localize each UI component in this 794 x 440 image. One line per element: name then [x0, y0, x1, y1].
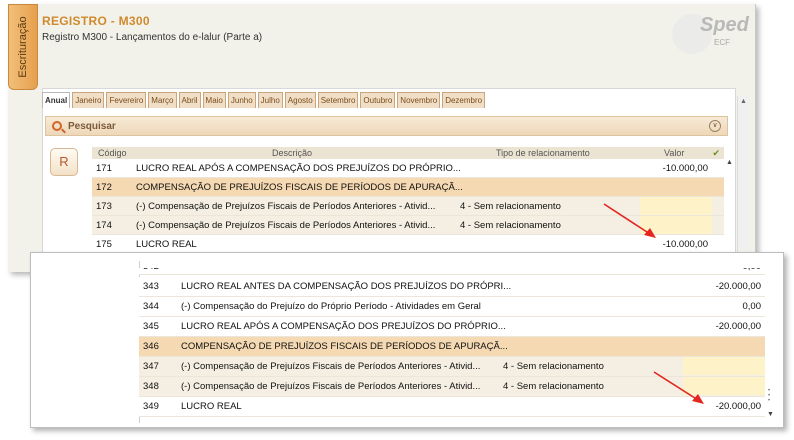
cell-descricao: (-) Compensação do Prejuízo do Próprio P…: [181, 301, 481, 312]
cell-valor: 0,00: [742, 301, 762, 312]
collapse-icon[interactable]: ∨: [709, 120, 721, 132]
tab-janeiro[interactable]: Janeiro: [72, 92, 105, 108]
window-scroll-up-icon[interactable]: ▲: [740, 98, 747, 105]
grid-header: Código Descrição Tipo de relacionamento …: [92, 147, 724, 159]
cell-descricao: (-) Compensação de Prejuízos Fiscais de …: [136, 220, 436, 231]
cell-codigo: 344: [143, 301, 159, 312]
scroll-down-icon[interactable]: ▼: [767, 411, 774, 418]
grid-scrollbar-bottom[interactable]: • • • ▼: [765, 261, 777, 423]
cell-tipo: 4 - Sem relacionamento: [460, 201, 561, 212]
tab-março[interactable]: Março: [148, 92, 177, 108]
check-icon: ✔: [712, 148, 720, 158]
cell-descricao: (-) Compensação de Prejuízos Fiscais de …: [181, 381, 481, 392]
cell-descricao: (-) Compensação de Prejuízos Fiscais de …: [181, 361, 481, 372]
cell-codigo: 175: [96, 239, 112, 250]
cell-codigo: 346: [143, 341, 159, 352]
grid-scrollbar[interactable]: ▲: [726, 159, 734, 255]
table-row[interactable]: 344 (-) Compensação do Prejuízo do Própri…: [139, 297, 765, 317]
search-label: Pesquisar: [68, 121, 116, 132]
tab-abril[interactable]: Abril: [178, 92, 201, 108]
tab-outubro[interactable]: Outubro: [360, 92, 396, 108]
cell-descricao: LUCRO REAL APÓS A COMPENSAÇÃO DOS PREJUÍ…: [136, 163, 461, 174]
page-subtitle: Registro M300 - Lançamentos do e-lalur (…: [42, 32, 263, 43]
cell-descricao: LUCRO REAL: [136, 239, 197, 250]
table-row[interactable]: 342 0,00: [139, 268, 765, 275]
header-tipo: Tipo de relacionamento: [496, 148, 590, 158]
cell-valor: 0,00: [683, 268, 762, 272]
logo-text: Sped: [700, 14, 749, 36]
tab-anual[interactable]: Anual: [42, 92, 71, 108]
search-bar[interactable]: Pesquisar ∨: [45, 116, 728, 136]
tab-setembro[interactable]: Setembro: [317, 92, 359, 108]
cell-valor: -20.000,00: [715, 281, 761, 292]
cell-codigo: 173: [96, 201, 112, 212]
table-row[interactable]: 172 COMPENSAÇÃO DE PREJUÍZOS FISCAIS DE P…: [92, 178, 724, 197]
tab-fevereiro[interactable]: Fevereiro: [106, 92, 147, 108]
cell-codigo: 345: [143, 321, 159, 332]
side-tab-label: Escrituração: [17, 16, 29, 78]
search-icon: [52, 121, 62, 131]
cell-valor: -20.000,00: [715, 321, 761, 332]
cell-codigo: 348: [143, 381, 159, 392]
cell-codigo: 171: [96, 163, 112, 174]
cell-codigo: 343: [143, 281, 159, 292]
cell-tipo: 4 - Sem relacionamento: [503, 381, 604, 392]
tab-agosto[interactable]: Agosto: [284, 92, 316, 108]
cell-descricao: COMPENSAÇÃO DE PREJUÍZOS FISCAIS DE PERÍ…: [136, 182, 463, 193]
tab-novembro[interactable]: Novembro: [397, 92, 441, 108]
page-header: REGISTRO - M300 Registro M300 - Lançamen…: [42, 8, 752, 56]
cell-valor: -10.000,00: [662, 163, 708, 174]
tab-maio[interactable]: Maio: [202, 92, 226, 108]
tab-junho[interactable]: Junho: [227, 92, 256, 108]
cell-descricao: (-) Compensação de Prejuízos Fiscais de …: [136, 201, 436, 212]
cell-codigo: 347: [143, 361, 159, 372]
arrow-annotation-top: [603, 203, 656, 238]
cell-descricao: COMPENSAÇÃO DE PREJUÍZOS FISCAIS DE PERÍ…: [181, 341, 508, 352]
cell-descricao: LUCRO REAL ANTES DA COMPENSAÇÃO DOS PREJ…: [181, 281, 512, 292]
cell-codigo: 174: [96, 220, 112, 231]
cell-descricao: LUCRO REAL: [181, 401, 242, 412]
tab-dezembro[interactable]: Dezembro: [442, 92, 486, 108]
table-row[interactable]: 343 LUCRO REAL ANTES DA COMPENSAÇÃO DOS P…: [139, 277, 765, 297]
table-row[interactable]: 345 LUCRO REAL APÓS A COMPENSAÇÃO DOS PRE…: [139, 317, 765, 337]
header-descricao: Descrição: [272, 148, 313, 158]
table-row[interactable]: 346 COMPENSAÇÃO DE PREJUÍZOS FISCAIS DE P…: [139, 337, 765, 357]
cell-codigo: 172: [96, 182, 112, 193]
cell-descricao: LUCRO REAL APÓS A COMPENSAÇÃO DOS PREJUÍ…: [181, 321, 506, 332]
cell-tipo: 4 - Sem relacionamento: [503, 361, 604, 372]
sped-logo: Sped ECF: [662, 12, 752, 56]
logo-subtext: ECF: [714, 38, 730, 47]
tab-julho[interactable]: Julho: [257, 92, 283, 108]
month-tabs: Anual Janeiro Fevereiro Março Abril Maio Junho…: [42, 92, 487, 108]
screenshot-stage: Escrituração REGISTRO - M300 Registro M3…: [0, 0, 794, 440]
scroll-grip-icon[interactable]: • • •: [768, 388, 770, 404]
header-valor: Valor: [664, 148, 685, 158]
escrituracao-side-tab[interactable]: Escrituração: [8, 4, 38, 90]
header-codigo: Código: [98, 148, 127, 158]
r-badge-icon: R: [50, 148, 78, 176]
arrow-annotation-bottom: [653, 371, 704, 404]
scroll-up-icon[interactable]: ▲: [726, 159, 733, 166]
cell-codigo: 349: [143, 401, 159, 412]
page-title: REGISTRO - M300: [42, 14, 150, 28]
cell-tipo: 4 - Sem relacionamento: [460, 220, 561, 231]
cell-codigo: 342: [143, 268, 159, 272]
table-row[interactable]: 171 LUCRO REAL APÓS A COMPENSAÇÃO DOS PRE…: [92, 159, 724, 178]
window-scrollbar[interactable]: ▲: [737, 96, 749, 272]
